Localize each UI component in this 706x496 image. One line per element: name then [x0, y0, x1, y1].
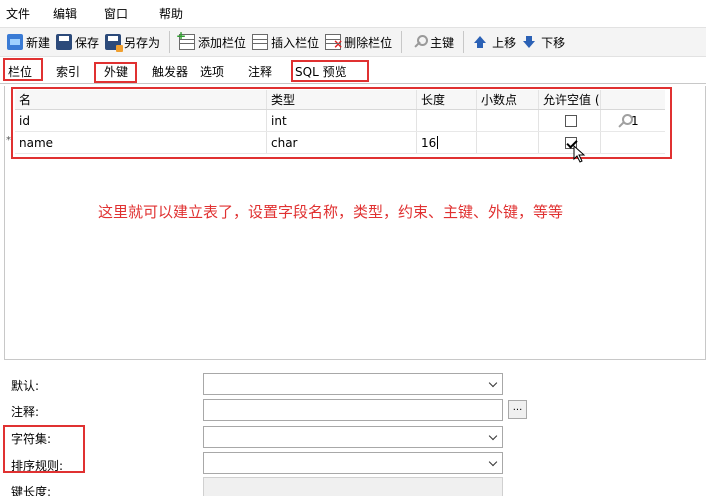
collation-combo[interactable]: [203, 452, 503, 474]
cell-allow-null: [539, 132, 601, 153]
tab-foreign-keys[interactable]: 外键: [98, 61, 134, 83]
collation-label: 排序规则:: [11, 459, 64, 473]
cell-field-decimals[interactable]: [477, 132, 539, 153]
field-properties-panel: 默认: 注释: ... 字符集: 排序规则: 键长度:: [0, 362, 706, 496]
key-icon: [411, 34, 429, 50]
new-button[interactable]: 新建: [4, 30, 53, 54]
new-label: 新建: [26, 35, 51, 50]
allow-null-checkbox[interactable]: [565, 114, 577, 127]
tab-triggers[interactable]: 触发器: [146, 61, 194, 83]
column-header-name[interactable]: 名: [15, 90, 267, 109]
move-up-label: 上移: [492, 35, 517, 50]
cell-field-type[interactable]: char: [267, 132, 417, 153]
add-field-icon: [176, 29, 196, 50]
tab-comments[interactable]: 注释: [242, 61, 278, 83]
primary-key-icon: [615, 113, 633, 128]
save-as-button[interactable]: 另存为: [102, 30, 163, 54]
cell-allow-null: [539, 110, 601, 131]
toolbar-separator: [401, 31, 403, 53]
cell-field-decimals[interactable]: [477, 110, 539, 131]
save-as-label: 另存为: [124, 35, 161, 50]
cell-field-length[interactable]: 16: [417, 132, 477, 153]
column-header-type[interactable]: 类型: [267, 90, 417, 109]
table-row[interactable]: id int 1: [15, 110, 665, 132]
cell-field-type[interactable]: int: [267, 110, 417, 131]
menu-help[interactable]: 帮助: [153, 5, 189, 22]
toolbar: 新建 保存 另存为 添加栏位 插入栏位 删除栏位 主键 上移 下移: [0, 27, 706, 57]
insert-field-label: 插入栏位: [271, 35, 320, 50]
column-header-length[interactable]: 长度: [417, 90, 477, 109]
new-icon: [7, 34, 23, 50]
move-down-label: 下移: [541, 35, 566, 50]
table-row[interactable]: * name char 16: [6, 132, 665, 154]
length-value: 16: [421, 135, 437, 150]
delete-field-icon: [325, 34, 343, 51]
column-header-decimals[interactable]: 小数点: [477, 90, 539, 109]
menu-edit[interactable]: 编辑: [47, 5, 83, 22]
primary-key-button[interactable]: 主键: [408, 30, 457, 54]
table-header-row: 名 类型 长度 小数点 允许空值 (: [15, 90, 665, 110]
tab-sql-preview[interactable]: SQL 预览: [289, 61, 353, 83]
tab-fields[interactable]: 栏位: [2, 61, 39, 83]
save-button[interactable]: 保存: [53, 30, 102, 54]
menu-window[interactable]: 窗口: [98, 5, 134, 22]
current-row-marker-icon: *: [6, 135, 11, 146]
delete-field-label: 删除栏位: [344, 35, 393, 50]
save-label: 保存: [75, 35, 100, 50]
comment-label: 注释:: [11, 405, 40, 419]
mouse-pointer-icon: [573, 145, 586, 163]
column-header-allow-null[interactable]: 允许空值 (: [539, 90, 601, 109]
arrow-down-icon: [522, 34, 538, 50]
column-header-key[interactable]: [601, 90, 665, 109]
insert-field-icon: [252, 34, 269, 50]
key-length-label: 键长度:: [11, 485, 52, 496]
charset-label: 字符集:: [11, 432, 52, 446]
charset-combo[interactable]: [203, 426, 503, 448]
cell-primary-key: [601, 132, 665, 153]
cell-field-name[interactable]: name: [15, 132, 267, 153]
move-down-button[interactable]: 下移: [519, 30, 568, 54]
move-up-button[interactable]: 上移: [470, 30, 519, 54]
add-field-label: 添加栏位: [198, 35, 247, 50]
insert-field-button[interactable]: 插入栏位: [249, 30, 322, 54]
comment-more-button[interactable]: ...: [508, 400, 527, 419]
default-label: 默认:: [11, 379, 40, 393]
cell-field-length[interactable]: [417, 110, 477, 131]
tab-bar: 栏位 索引 外键 触发器 选项 注释 SQL 预览: [0, 58, 706, 84]
arrow-up-icon: [473, 34, 489, 50]
toolbar-separator: [463, 31, 465, 53]
default-combo[interactable]: [203, 373, 503, 395]
tab-indexes[interactable]: 索引: [50, 61, 86, 83]
add-field-button[interactable]: 添加栏位: [176, 29, 249, 54]
menu-bar: 文件 编辑 窗口 帮助: [0, 0, 706, 26]
save-icon: [56, 34, 73, 50]
key-length-input: [203, 477, 503, 496]
menu-file[interactable]: 文件: [0, 5, 36, 22]
delete-field-button[interactable]: 删除栏位: [322, 30, 395, 54]
comment-input[interactable]: [203, 399, 503, 421]
save-as-icon: [105, 34, 124, 52]
text-caret: [437, 136, 439, 149]
cell-field-name[interactable]: id: [15, 110, 267, 131]
annotation-text: 这里就可以建立表了，设置字段名称，类型，约束、主键、外键，等等: [98, 203, 564, 221]
fields-grid-area: 名 类型 长度 小数点 允许空值 ( id int 1 * name char: [4, 86, 706, 360]
toolbar-separator: [169, 31, 171, 53]
primary-key-label: 主键: [430, 35, 455, 50]
cell-primary-key: 1: [601, 110, 665, 131]
tab-options[interactable]: 选项: [194, 61, 230, 83]
